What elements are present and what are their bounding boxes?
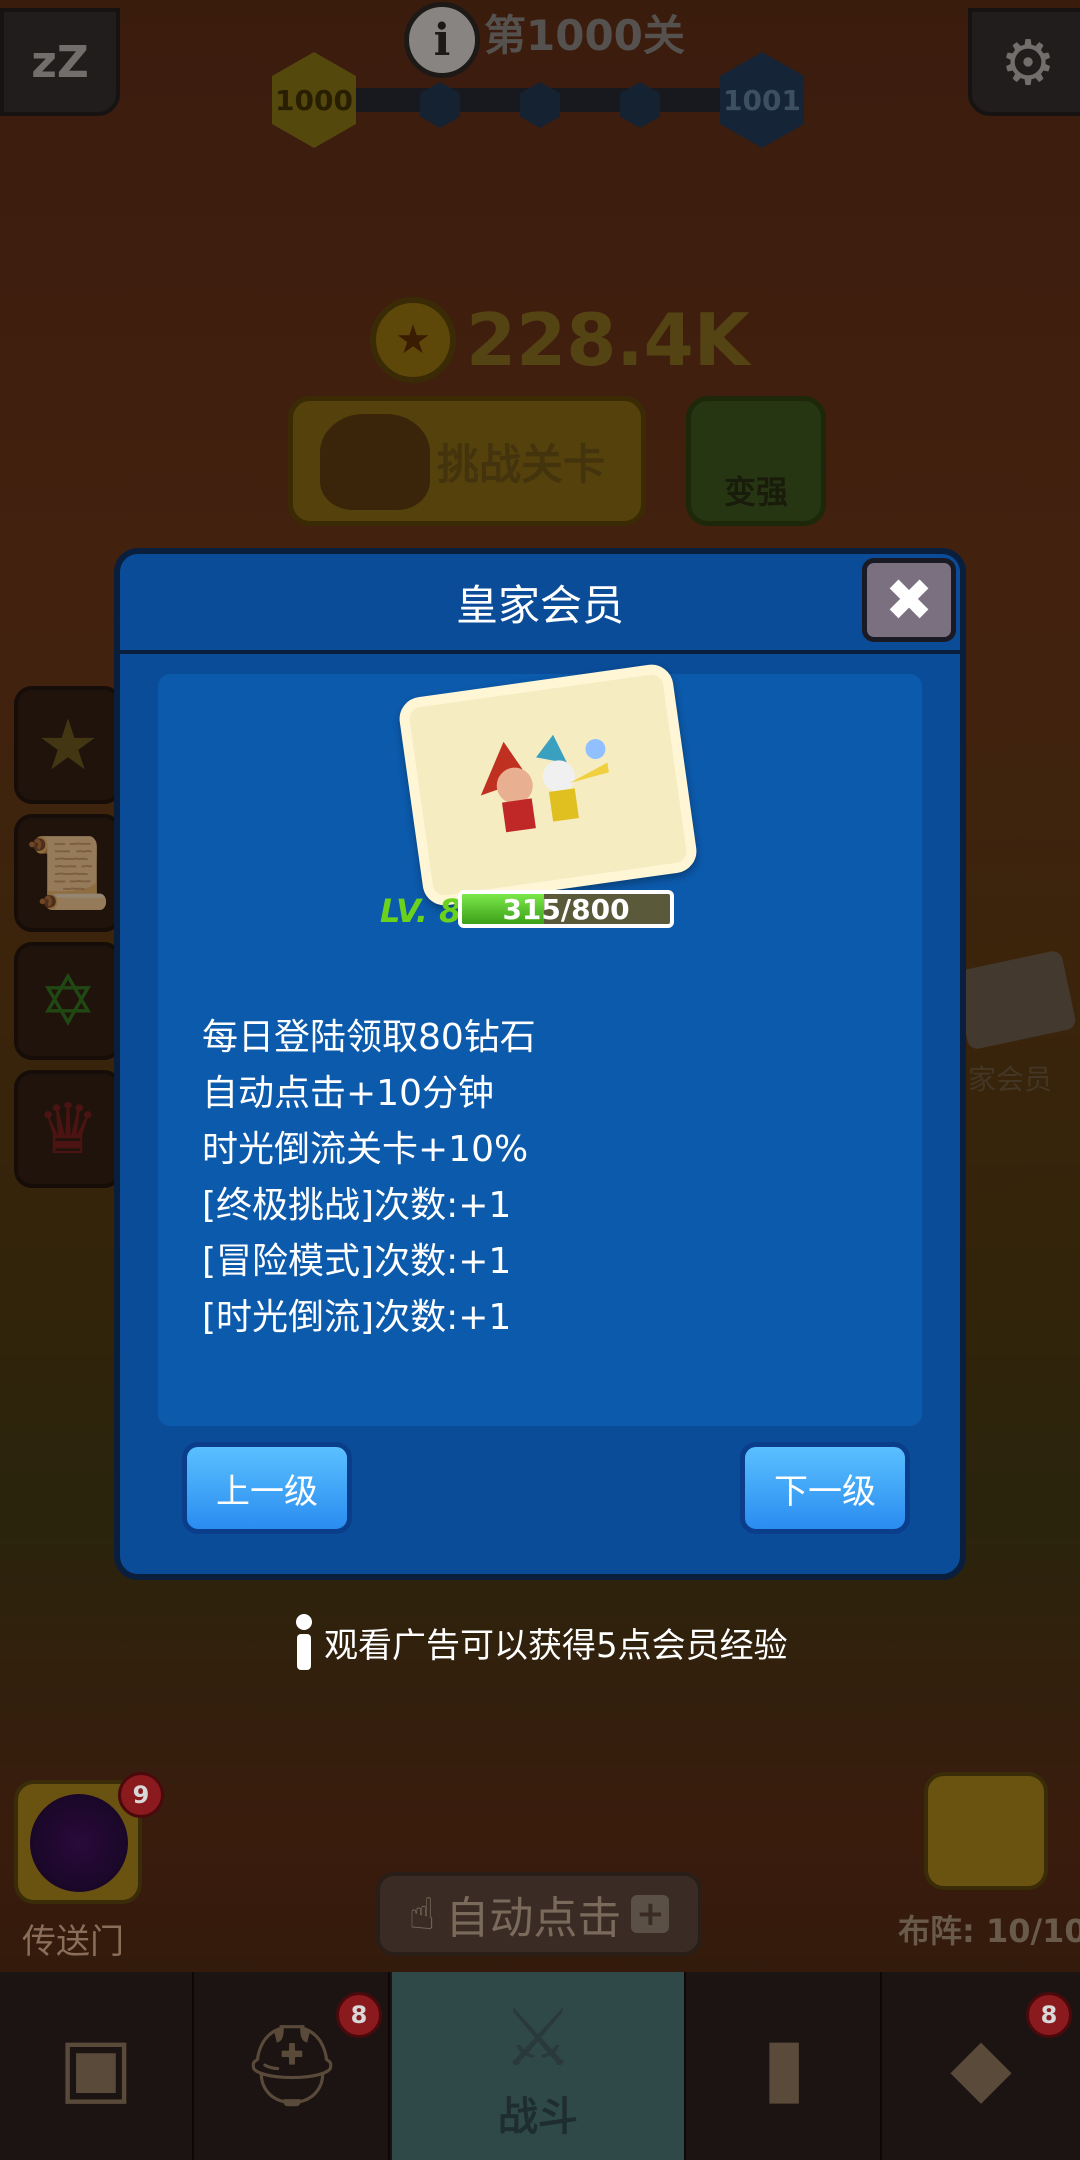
portal-badge: 9 — [118, 1772, 164, 1818]
auto-click-button[interactable]: ☝ 自动点击 + — [376, 1872, 702, 1956]
formation-label: 布阵: 10/10 — [898, 1912, 1080, 1950]
necklace-tab-badge: 8 — [1026, 1992, 1072, 2038]
info-icon — [294, 1614, 314, 1670]
winged-helmet-icon: ⛑ — [241, 2019, 343, 2112]
necklace-icon: ◆ — [950, 2019, 1012, 2113]
close-button[interactable]: ✖ — [862, 558, 956, 642]
portal-label: 传送门 — [22, 1922, 124, 1962]
perk-item: [终极挑战]次数:+1 — [202, 1185, 512, 1226]
perk-item: 时光倒流关卡+10% — [202, 1129, 529, 1170]
perk-item: 每日登陆领取80钻石 — [202, 1017, 536, 1058]
perk-list: 每日登陆领取80钻石 自动点击+10分钟 时光倒流关卡+10% [终极挑战]次数… — [202, 1010, 862, 1346]
crossed-swords-icon: ⚔ — [502, 1990, 574, 2084]
battle-tab-label: 战斗 — [498, 2093, 578, 2140]
tab-battle[interactable]: ⚔ 战斗 — [392, 1972, 686, 2160]
perk-item: [时光倒流]次数:+1 — [202, 1297, 512, 1338]
plus-icon: + — [631, 1894, 670, 1934]
treasure-chest-icon: ▣ — [58, 2019, 134, 2113]
heroes-illustration — [480, 734, 609, 833]
tab-treasure[interactable]: ▣ — [0, 1972, 194, 2160]
tab-spellbook[interactable]: ▮ — [688, 1972, 882, 2160]
member-level-label: LV. 8 — [380, 892, 462, 930]
ad-tip: 观看广告可以获得5点会员经验 — [294, 1612, 788, 1672]
exp-text: 315/800 — [502, 892, 630, 926]
bottom-navigation: ▣ ⛑ ⚔ 战斗 ▮ ◆ — [0, 1972, 1080, 2160]
portal-icon — [30, 1794, 128, 1892]
hero-tab-badge: 8 — [336, 1992, 382, 2038]
next-level-label: 下一级 — [774, 1471, 876, 1512]
auto-click-label: 自动点击 — [445, 1893, 622, 1944]
close-icon: ✖ — [884, 566, 934, 634]
spellbook-icon: ▮ — [761, 2019, 807, 2113]
ad-tip-text: 观看广告可以获得5点会员经验 — [324, 1625, 788, 1666]
previous-level-button[interactable]: 上一级 — [182, 1442, 352, 1534]
dialog-title: 皇家会员 — [120, 554, 960, 654]
perk-item: [冒险模式]次数:+1 — [202, 1241, 512, 1282]
next-level-button[interactable]: 下一级 — [740, 1442, 910, 1534]
previous-level-label: 上一级 — [216, 1471, 318, 1512]
membership-ticket-image — [396, 661, 700, 909]
perk-item: 自动点击+10分钟 — [202, 1073, 494, 1114]
hand-pointer-icon: ☝ — [408, 1888, 436, 1940]
member-exp-bar: 315/800 — [458, 890, 674, 928]
formation-button[interactable] — [924, 1772, 1048, 1890]
